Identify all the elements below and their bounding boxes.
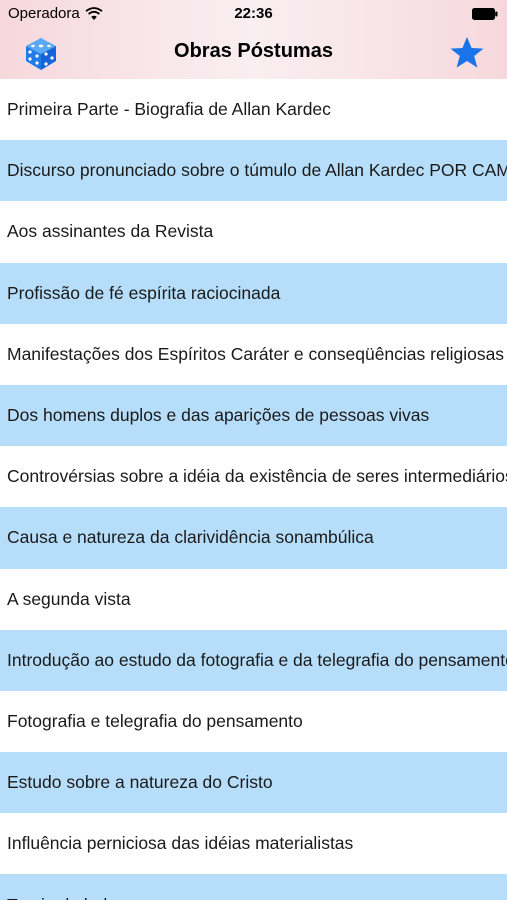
list-item-label: Discurso pronunciado sobre o túmulo de A… — [7, 160, 507, 181]
list-item[interactable]: Profissão de fé espírita raciocinada — [0, 262, 507, 324]
list-item-label: Teoria da beleza — [7, 895, 135, 900]
list-item-label: Primeira Parte - Biografia de Allan Kard… — [7, 99, 331, 120]
chapter-list: Primeira Parte - Biografia de Allan Kard… — [0, 79, 507, 900]
list-item[interactable]: Teoria da beleza — [0, 874, 507, 900]
list-item[interactable]: Aos assinantes da Revista — [0, 201, 507, 263]
list-item-label: Influência perniciosa das idéias materia… — [7, 833, 354, 854]
list-item-label: Dos homens duplos e das aparições de pes… — [7, 405, 430, 426]
status-time: 22:36 — [234, 5, 273, 22]
header: Operadora 22:36 Obras Póstumas — [0, 0, 507, 80]
list-item-label: Fotografia e telegrafia do pensamento — [7, 710, 303, 731]
navigation-bar: Obras Póstumas — [0, 28, 507, 79]
list-item-label: Causa e natureza da clarividência sonamb… — [7, 527, 374, 548]
list-item-label: Introdução ao estudo da fotografia e da … — [7, 649, 507, 670]
list-item[interactable]: Introdução ao estudo da fotografia e da … — [0, 629, 507, 691]
list-item[interactable]: Fotografia e telegrafia do pensamento — [0, 690, 507, 753]
list-item-label: Aos assinantes da Revista — [7, 221, 214, 242]
list-item[interactable]: Influência perniciosa das idéias materia… — [0, 813, 507, 875]
page-title: Obras Póstumas — [174, 40, 333, 62]
list-item[interactable]: Manifestações dos Espíritos Caráter e co… — [0, 323, 507, 385]
star-icon — [450, 37, 484, 68]
status-bar: Operadora 22:36 — [0, 0, 507, 28]
list-item[interactable]: A segunda vista — [0, 568, 507, 630]
list-item[interactable]: Causa e natureza da clarividência sonamb… — [0, 507, 507, 569]
list-item[interactable]: Dos homens duplos e das aparições de pes… — [0, 384, 507, 447]
list-item-label: Estudo sobre a natureza do Cristo — [7, 772, 273, 793]
app-screen: Operadora 22:36 Obras Póstumas Primeira … — [0, 0, 507, 900]
favorites-button[interactable] — [449, 35, 485, 71]
list-item-label: Controvérsias sobre a idéia da existênci… — [7, 466, 507, 487]
list-item-label: Manifestações dos Espíritos Caráter e co… — [7, 343, 505, 364]
list-item[interactable]: Controvérsias sobre a idéia da existênci… — [0, 446, 507, 508]
list-item-label: A segunda vista — [7, 588, 131, 609]
list-item-label: Profissão de fé espírita raciocinada — [7, 282, 281, 303]
battery-icon — [472, 8, 498, 20]
list-item[interactable]: Estudo sobre a natureza do Cristo — [0, 752, 507, 814]
list-item[interactable]: Discurso pronunciado sobre o túmulo de A… — [0, 140, 507, 202]
list-item[interactable]: Primeira Parte - Biografia de Allan Kard… — [0, 79, 507, 141]
